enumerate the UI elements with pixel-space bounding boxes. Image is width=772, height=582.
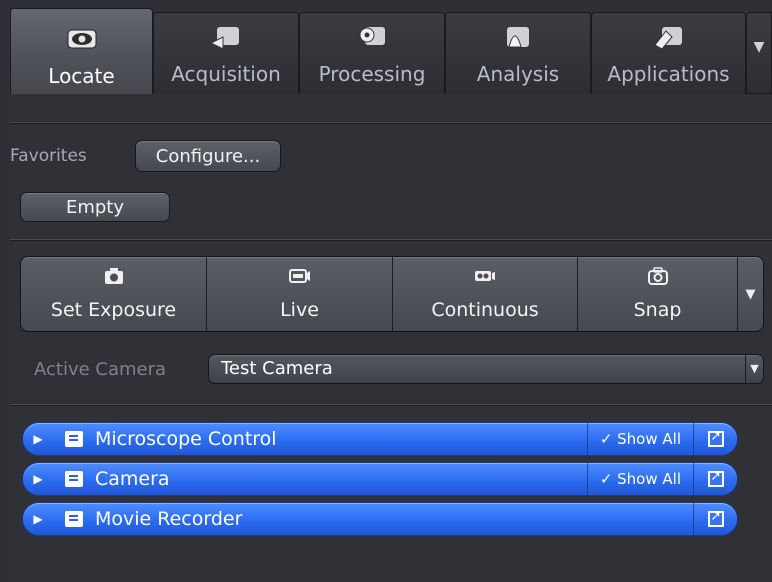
live-icon	[288, 265, 311, 287]
tab-label: Analysis	[476, 62, 560, 86]
button-label: Continuous	[431, 299, 539, 321]
expand-arrow-icon[interactable]: ▶	[23, 432, 53, 446]
empty-favorite-button[interactable]: Empty	[20, 192, 170, 222]
button-label: Set Exposure	[50, 299, 177, 321]
continuous-button[interactable]: Continuous	[393, 257, 578, 331]
acquire-icon	[209, 24, 243, 52]
tool-movie-recorder[interactable]: ▶ Movie Recorder	[22, 502, 738, 536]
tab-label: Acquisition	[171, 62, 281, 86]
set-exposure-button[interactable]: Set Exposure	[21, 257, 207, 331]
divider	[10, 122, 772, 123]
undock-icon[interactable]	[693, 503, 737, 535]
divider	[10, 239, 772, 240]
tool-camera[interactable]: ▶ Camera ✓ Show All	[22, 462, 738, 496]
divider	[10, 404, 772, 405]
acquisition-more-button[interactable]: ▼	[738, 257, 763, 331]
snap-button[interactable]: Snap	[578, 257, 738, 331]
tab-label: Processing	[318, 62, 426, 86]
continuous-icon	[474, 265, 496, 287]
active-camera-value: Test Camera	[221, 358, 333, 379]
tab-acquisition[interactable]: Acquisition	[153, 12, 299, 94]
tab-processing[interactable]: Processing	[299, 12, 445, 94]
tab-applications[interactable]: Applications	[591, 12, 746, 94]
tool-microscope-control[interactable]: ▶ Microscope Control ✓ Show All	[22, 422, 738, 456]
histogram-icon	[501, 24, 535, 52]
button-label: Live	[280, 299, 319, 321]
app-window: Locate Acquisition Processing Analysis A…	[0, 0, 772, 582]
undock-icon[interactable]	[693, 463, 737, 495]
camera-tool-icon	[65, 471, 83, 487]
applications-icon	[652, 24, 686, 52]
tool-window-icon	[65, 431, 83, 447]
chevron-down-icon: ▼	[745, 355, 763, 383]
show-all-toggle[interactable]: ✓ Show All	[586, 423, 693, 455]
favorites-label: Favorites	[10, 146, 87, 166]
show-all-toggle[interactable]: ✓ Show All	[586, 463, 693, 495]
tab-label: Applications	[607, 62, 730, 86]
active-camera-label: Active Camera	[34, 359, 167, 380]
undock-icon[interactable]	[693, 423, 737, 455]
tabs-overflow-button[interactable]: ▼	[746, 12, 772, 94]
camera-icon	[104, 265, 124, 287]
chevron-down-icon: ▼	[753, 39, 765, 55]
snap-camera-icon	[647, 265, 668, 287]
tool-window-icon	[65, 511, 83, 527]
expand-arrow-icon[interactable]: ▶	[23, 512, 53, 526]
locate-panel: Favorites Configure... Empty Set Exposur…	[10, 94, 772, 582]
button-label: Snap	[633, 299, 682, 321]
tool-label: Camera	[95, 468, 170, 490]
chevron-down-icon: ▼	[745, 286, 756, 302]
gear-icon	[355, 24, 389, 52]
expand-arrow-icon[interactable]: ▶	[23, 472, 53, 486]
tab-label: Locate	[48, 64, 115, 88]
tool-label: Microscope Control	[95, 428, 277, 450]
tab-analysis[interactable]: Analysis	[445, 12, 591, 94]
tool-label: Movie Recorder	[95, 508, 243, 530]
acquisition-button-group: Set Exposure Live Continuous Snap ▼	[20, 256, 764, 332]
tab-bar: Locate Acquisition Processing Analysis A…	[10, 8, 772, 96]
configure-button[interactable]: Configure...	[135, 140, 281, 172]
tab-locate[interactable]: Locate	[10, 8, 153, 96]
live-button[interactable]: Live	[207, 257, 393, 331]
active-camera-select[interactable]: Test Camera ▼	[208, 354, 764, 384]
eye-icon	[65, 26, 99, 54]
